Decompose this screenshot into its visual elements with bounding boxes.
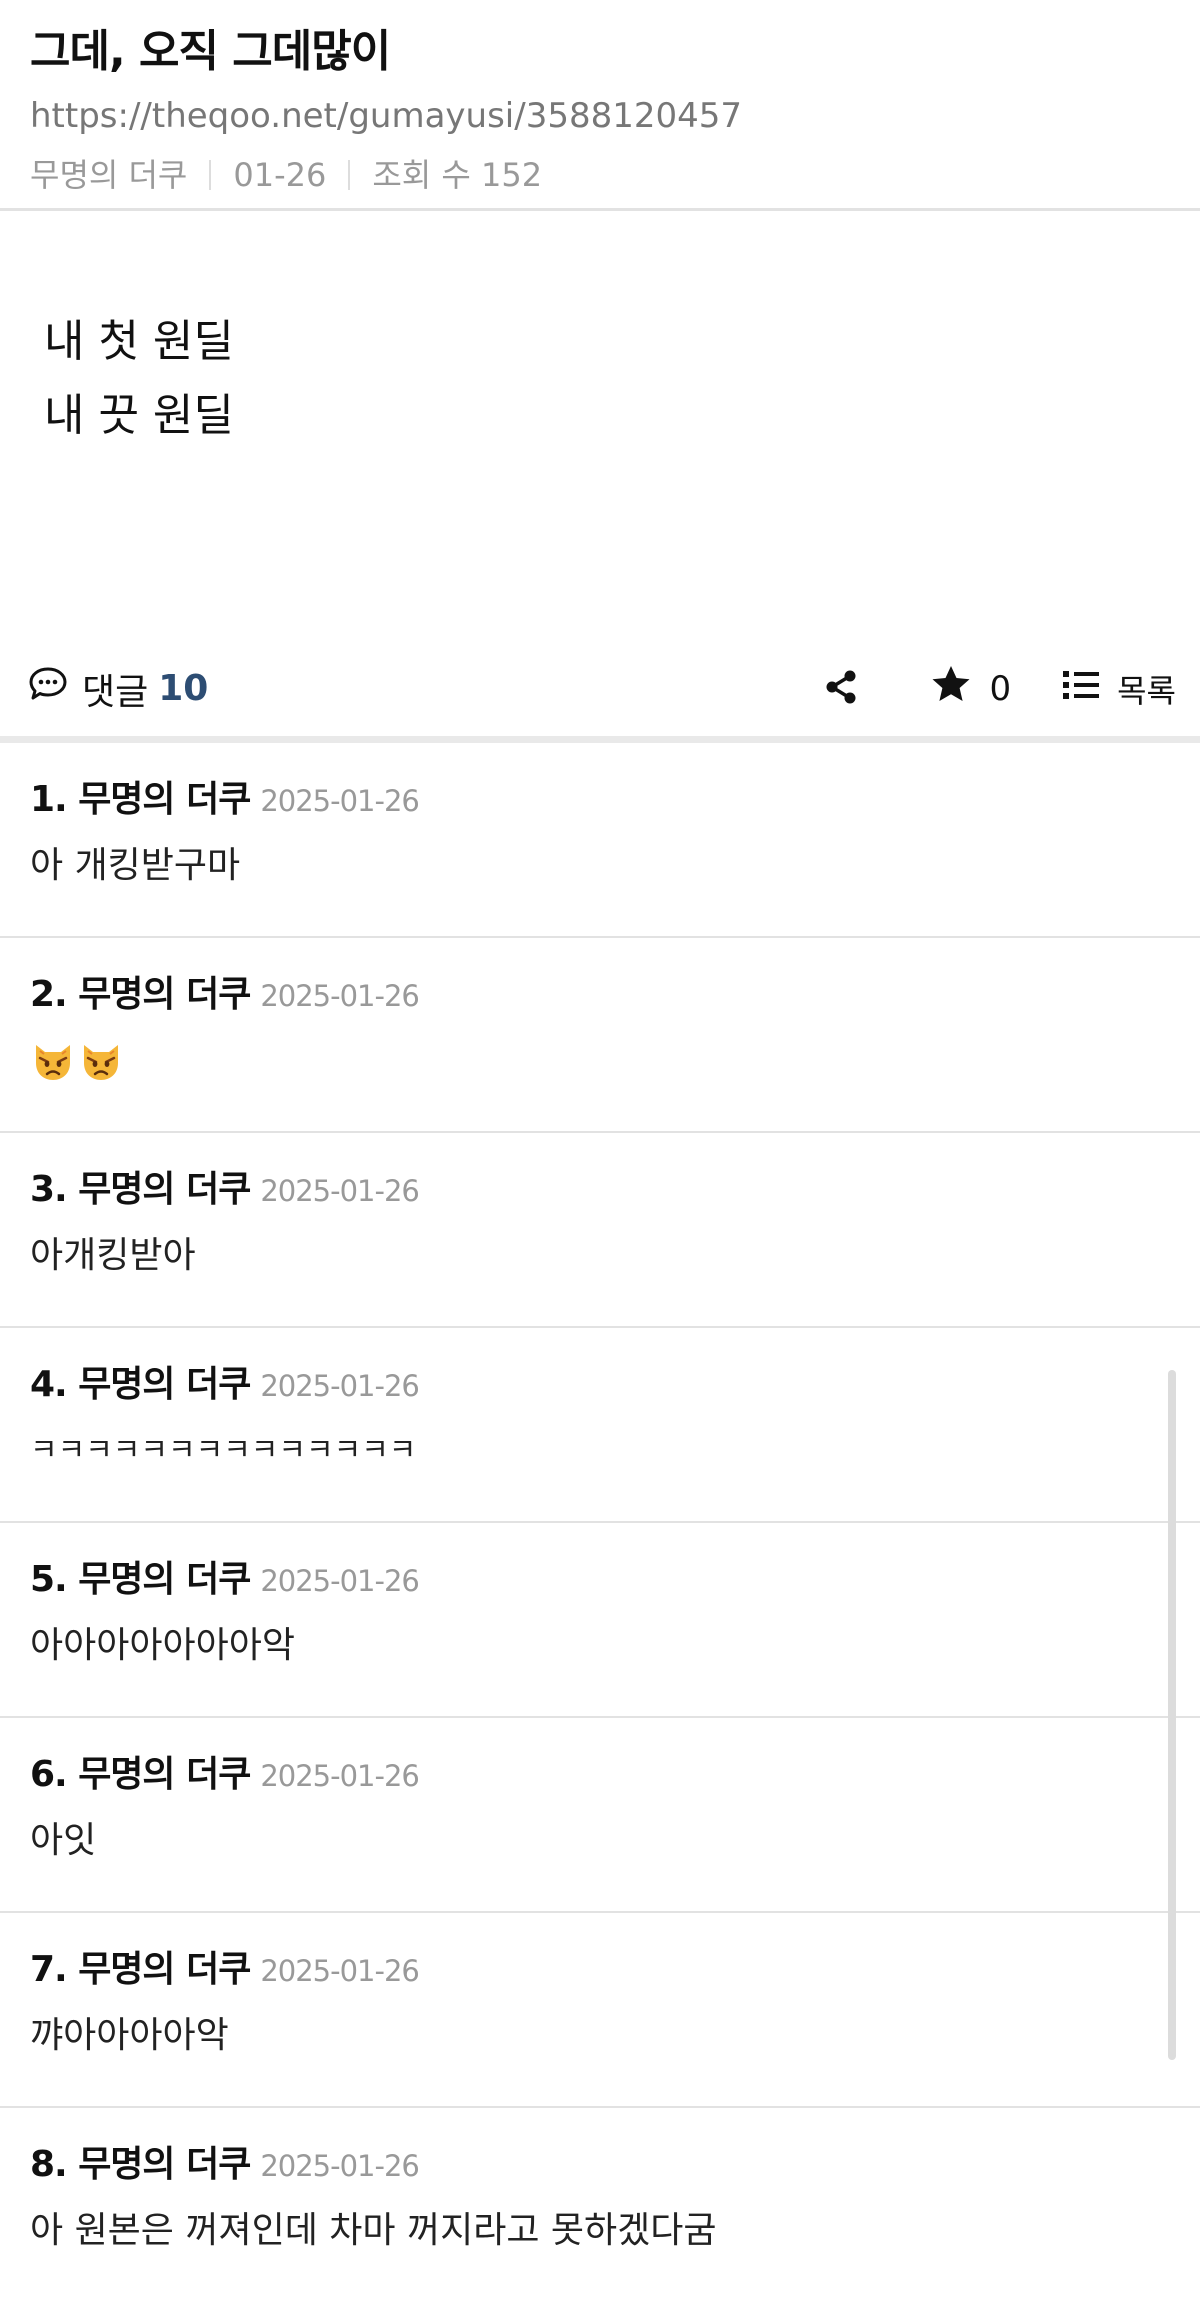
comment-header: 1. 무명의 더쿠 2025-01-26 [30,777,1170,824]
post-views: 조회 수 152 [372,156,543,194]
comment-header: 7. 무명의 더쿠 2025-01-26 [30,1947,1170,1994]
comments-count: 10 [158,668,209,709]
comment-number: 4. [30,1364,68,1405]
toolbar-actions: 0 목록 [821,641,1176,736]
comment-number: 8. [30,2144,68,2185]
post-toolbar: 댓글 10 0 목록 [0,641,1200,743]
comment-header: 2. 무명의 더쿠 2025-01-26 [30,972,1170,1019]
comment-text: ㅋㅋㅋㅋㅋㅋㅋㅋㅋㅋㅋㅋㅋㅋ [30,1433,417,1468]
meta-divider [209,160,212,190]
star-icon [931,665,989,712]
post-content: 내 첫 원딜 내 끗 원딜 [0,211,1200,641]
comment-header: 4. 무명의 더쿠 2025-01-26 [30,1362,1170,1409]
post-content-line: 내 첫 원딜 [44,316,234,367]
comment-text: 아아아아아아아악 [30,1625,295,1666]
post-url[interactable]: https://theqoo.net/gumayusi/3588120457 [30,94,1170,138]
post-header: 그데, 오직 그데많이 https://theqoo.net/gumayusi/… [0,0,1200,211]
comment-header: 8. 무명의 더쿠 2025-01-26 [30,2142,1170,2189]
comment-header: 6. 무명의 더쿠 2025-01-26 [30,1752,1170,1799]
pouting-cat-icon [84,1045,118,1080]
comment-date: 2025-01-26 [260,1564,420,1598]
list-button[interactable]: 목록 [1063,666,1176,712]
pouting-cat-emoji-pair [30,1037,124,1083]
post-meta: 무명의 더쿠 01-26 조회 수 152 [30,154,1170,196]
star-count: 0 [989,668,1012,709]
comment-header: 3. 무명의 더쿠 2025-01-26 [30,1167,1170,1214]
comment-author[interactable]: 무명의 더쿠 [78,1557,251,1603]
comment-item: 7. 무명의 더쿠 2025-01-26 꺄아아아아악 [0,1913,1200,2108]
comment-date: 2025-01-26 [260,979,420,1013]
comment-date: 2025-01-26 [260,1954,420,1988]
comment-author[interactable]: 무명의 더쿠 [78,777,251,823]
comment-text: 아 개킹받구마 [30,845,241,886]
comment-author[interactable]: 무명의 더쿠 [78,2142,251,2188]
comment-list: 1. 무명의 더쿠 2025-01-26 아 개킹받구마 2. 무명의 더쿠 2… [0,743,1200,2303]
comment-author[interactable]: 무명의 더쿠 [78,1167,251,1213]
star-button[interactable]: 0 [931,665,1011,712]
pouting-cat-icon [36,1045,70,1080]
comment-date: 2025-01-26 [260,784,420,818]
comment-header: 5. 무명의 더쿠 2025-01-26 [30,1557,1170,1604]
speech-bubble-icon [28,666,82,711]
share-icon [823,669,859,709]
comment-text: 아 원본은 꺼져인데 차마 꺼지라고 못하겠다굼 [30,2210,717,2251]
comment-text: 꺄아아아아악 [30,2015,229,2056]
comment-text [30,1037,1170,1096]
post-date: 01-26 [233,156,327,194]
share-button[interactable] [821,669,861,709]
comment-date: 2025-01-26 [260,2149,420,2183]
comment-item: 8. 무명의 더쿠 2025-01-26 아 원본은 꺼져인데 차마 꺼지라고 … [0,2108,1200,2303]
comment-item: 3. 무명의 더쿠 2025-01-26 아개킹받아 [0,1133,1200,1328]
comments-label: 댓글 [82,671,149,713]
scrollbar-thumb[interactable] [1168,1370,1176,2060]
comment-author[interactable]: 무명의 더쿠 [78,1947,251,1993]
comment-item: 1. 무명의 더쿠 2025-01-26 아 개킹받구마 [0,743,1200,938]
list-label: 목록 [1117,671,1176,710]
comment-author[interactable]: 무명의 더쿠 [78,1752,251,1798]
comment-number: 5. [30,1559,68,1600]
post-author: 무명의 더쿠 [30,156,188,194]
comment-date: 2025-01-26 [260,1759,420,1793]
comment-author[interactable]: 무명의 더쿠 [78,972,251,1018]
comment-number: 2. [30,974,68,1015]
comment-text: 아개킹받아 [30,1235,196,1276]
comment-item: 4. 무명의 더쿠 2025-01-26 ㅋㅋㅋㅋㅋㅋㅋㅋㅋㅋㅋㅋㅋㅋ [0,1328,1200,1523]
post-content-line: 내 끗 원딜 [44,390,234,441]
comments-toggle[interactable]: 댓글 10 [28,663,208,715]
comment-number: 1. [30,779,68,820]
comment-number: 6. [30,1754,68,1795]
comment-item: 6. 무명의 더쿠 2025-01-26 아잇 [0,1718,1200,1913]
comment-number: 3. [30,1169,68,1210]
comment-author[interactable]: 무명의 더쿠 [78,1362,251,1408]
post-title: 그데, 오직 그데많이 [30,26,391,77]
list-icon [1063,669,1117,709]
comment-date: 2025-01-26 [260,1174,420,1208]
comment-number: 7. [30,1949,68,1990]
comment-date: 2025-01-26 [260,1369,420,1403]
comment-text: 아잇 [30,1820,97,1861]
meta-divider [348,160,351,190]
comment-item: 5. 무명의 더쿠 2025-01-26 아아아아아아아악 [0,1523,1200,1718]
comment-item: 2. 무명의 더쿠 2025-01-26 [0,938,1200,1133]
